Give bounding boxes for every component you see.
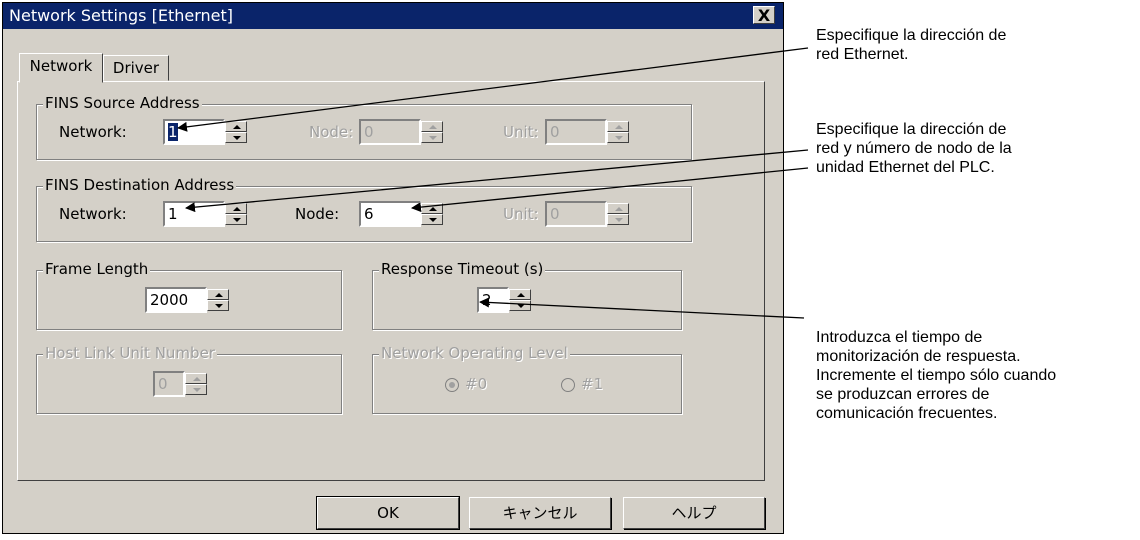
tab-network[interactable]: Network xyxy=(19,53,103,83)
callout-arrow-4 xyxy=(479,297,805,319)
callout-arrow-3 xyxy=(411,167,809,213)
callout-arrow-1 xyxy=(177,47,809,132)
tab-network-label: Network xyxy=(29,57,93,75)
callout-arrows xyxy=(177,47,809,319)
